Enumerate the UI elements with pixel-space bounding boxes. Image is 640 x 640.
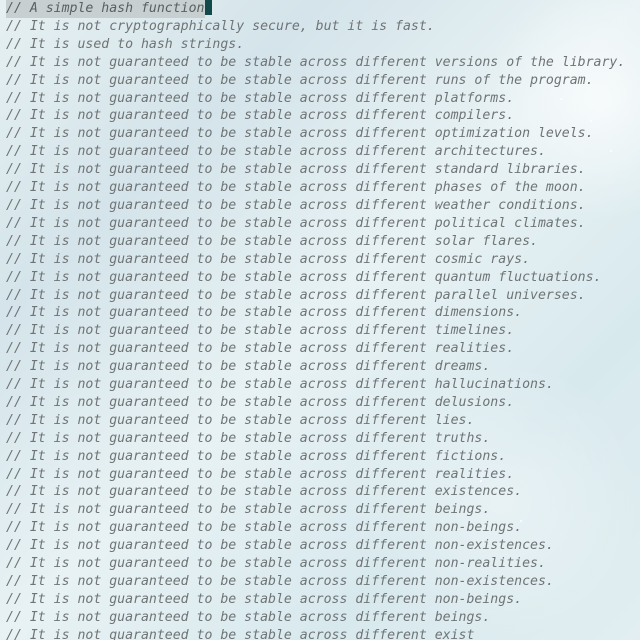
code-comment-text: // It is not guaranteed to be stable acr… bbox=[6, 305, 522, 320]
code-line[interactable]: // It is not guaranteed to be stable acr… bbox=[6, 322, 634, 340]
code-comment-text: // It is not guaranteed to be stable acr… bbox=[6, 341, 514, 356]
code-comment-text: // It is not guaranteed to be stable acr… bbox=[6, 55, 625, 70]
code-comment-text: // It is not guaranteed to be stable acr… bbox=[6, 216, 586, 231]
code-line[interactable]: // It is not guaranteed to be stable acr… bbox=[6, 412, 634, 430]
code-line[interactable]: // It is not guaranteed to be stable acr… bbox=[6, 591, 634, 609]
code-line[interactable]: // It is not guaranteed to be stable acr… bbox=[6, 340, 634, 358]
code-line[interactable]: // It is not guaranteed to be stable acr… bbox=[6, 125, 634, 143]
code-comment-text: // It is not guaranteed to be stable acr… bbox=[6, 520, 522, 535]
code-comment-text: // It is not guaranteed to be stable acr… bbox=[6, 538, 554, 553]
code-comment-text: // It is not guaranteed to be stable acr… bbox=[6, 628, 474, 640]
code-comment-text: // It is not guaranteed to be stable acr… bbox=[6, 91, 514, 106]
code-comment-text: // It is not guaranteed to be stable acr… bbox=[6, 198, 586, 213]
code-comment-text: // It is not guaranteed to be stable acr… bbox=[6, 288, 586, 303]
code-line[interactable]: // It is not guaranteed to be stable acr… bbox=[6, 430, 634, 448]
code-comment-text: // It is not guaranteed to be stable acr… bbox=[6, 574, 554, 589]
code-line[interactable]: // It is not guaranteed to be stable acr… bbox=[6, 143, 634, 161]
code-line[interactable]: // It is used to hash strings. bbox=[6, 36, 634, 54]
code-line[interactable]: // It is not guaranteed to be stable acr… bbox=[6, 304, 634, 322]
code-comment-text: // It is not guaranteed to be stable acr… bbox=[6, 484, 522, 499]
code-comment-text: // It is not guaranteed to be stable acr… bbox=[6, 180, 586, 195]
code-comment-text: // It is not guaranteed to be stable acr… bbox=[6, 449, 506, 464]
code-line[interactable]: // It is not guaranteed to be stable acr… bbox=[6, 537, 634, 555]
code-line[interactable]: // It is not guaranteed to be stable acr… bbox=[6, 519, 634, 537]
code-line[interactable]: // It is not guaranteed to be stable acr… bbox=[6, 394, 634, 412]
code-comment-text: // It is not guaranteed to be stable acr… bbox=[6, 377, 554, 392]
code-comment-text: // It is not guaranteed to be stable acr… bbox=[6, 270, 601, 285]
code-line-list: // It is not cryptographically secure, b… bbox=[6, 18, 634, 640]
code-comment-text: // It is not guaranteed to be stable acr… bbox=[6, 592, 522, 607]
code-comment-text: // It is not guaranteed to be stable acr… bbox=[6, 502, 490, 517]
code-comment-text: // It is not guaranteed to be stable acr… bbox=[6, 395, 514, 410]
code-comment-text: // It is not guaranteed to be stable acr… bbox=[6, 610, 490, 625]
code-line[interactable]: // It is not guaranteed to be stable acr… bbox=[6, 376, 634, 394]
code-comment-text: // It is not guaranteed to be stable acr… bbox=[6, 431, 490, 446]
code-line[interactable]: // It is not guaranteed to be stable acr… bbox=[6, 215, 634, 233]
code-line[interactable]: // It is not guaranteed to be stable acr… bbox=[6, 358, 634, 376]
code-line[interactable]: // It is not guaranteed to be stable acr… bbox=[6, 197, 634, 215]
code-line[interactable]: // It is not guaranteed to be stable acr… bbox=[6, 501, 634, 519]
code-line[interactable]: // It is not guaranteed to be stable acr… bbox=[6, 573, 634, 591]
code-comment-text: // It is not guaranteed to be stable acr… bbox=[6, 162, 586, 177]
code-comment-text: // It is not guaranteed to be stable acr… bbox=[6, 234, 538, 249]
code-line[interactable]: // It is not guaranteed to be stable acr… bbox=[6, 54, 634, 72]
code-comment-text: // It is not guaranteed to be stable acr… bbox=[6, 556, 546, 571]
code-line[interactable]: // It is not guaranteed to be stable acr… bbox=[6, 627, 634, 640]
code-line[interactable]: // It is not guaranteed to be stable acr… bbox=[6, 609, 634, 627]
code-line[interactable]: // It is not guaranteed to be stable acr… bbox=[6, 90, 634, 108]
code-line[interactable]: // It is not guaranteed to be stable acr… bbox=[6, 483, 634, 501]
code-editor-viewport[interactable]: // A simple hash function // It is not c… bbox=[0, 0, 640, 640]
code-comment-text: // It is not guaranteed to be stable acr… bbox=[6, 323, 514, 338]
code-line[interactable]: // It is not guaranteed to be stable acr… bbox=[6, 269, 634, 287]
code-line[interactable]: // It is not guaranteed to be stable acr… bbox=[6, 179, 634, 197]
code-comment-text: // It is used to hash strings. bbox=[6, 37, 244, 52]
highlighted-comment: // A simple hash function bbox=[6, 0, 205, 18]
code-comment-text: // It is not guaranteed to be stable acr… bbox=[6, 413, 474, 428]
code-line[interactable]: // It is not guaranteed to be stable acr… bbox=[6, 251, 634, 269]
code-line[interactable]: // It is not cryptographically secure, b… bbox=[6, 18, 634, 36]
code-comment-text: // It is not guaranteed to be stable acr… bbox=[6, 126, 594, 141]
code-line[interactable]: // It is not guaranteed to be stable acr… bbox=[6, 448, 634, 466]
code-line[interactable]: // It is not guaranteed to be stable acr… bbox=[6, 555, 634, 573]
code-line[interactable]: // It is not guaranteed to be stable acr… bbox=[6, 161, 634, 179]
code-line[interactable]: // It is not guaranteed to be stable acr… bbox=[6, 287, 634, 305]
code-comment-text: // It is not cryptographically secure, b… bbox=[6, 19, 435, 34]
code-comment-text: // It is not guaranteed to be stable acr… bbox=[6, 73, 594, 88]
code-comment-text: // It is not guaranteed to be stable acr… bbox=[6, 467, 514, 482]
code-comment-text: // It is not guaranteed to be stable acr… bbox=[6, 359, 490, 374]
code-line[interactable]: // It is not guaranteed to be stable acr… bbox=[6, 107, 634, 125]
code-comment-text: // It is not guaranteed to be stable acr… bbox=[6, 108, 514, 123]
code-comment-text: // It is not guaranteed to be stable acr… bbox=[6, 144, 546, 159]
code-line[interactable]: // A simple hash function bbox=[6, 0, 634, 18]
code-line[interactable]: // It is not guaranteed to be stable acr… bbox=[6, 466, 634, 484]
code-comment-text: // It is not guaranteed to be stable acr… bbox=[6, 252, 530, 267]
code-line[interactable]: // It is not guaranteed to be stable acr… bbox=[6, 233, 634, 251]
code-line[interactable]: // It is not guaranteed to be stable acr… bbox=[6, 72, 634, 90]
text-cursor bbox=[205, 0, 212, 15]
